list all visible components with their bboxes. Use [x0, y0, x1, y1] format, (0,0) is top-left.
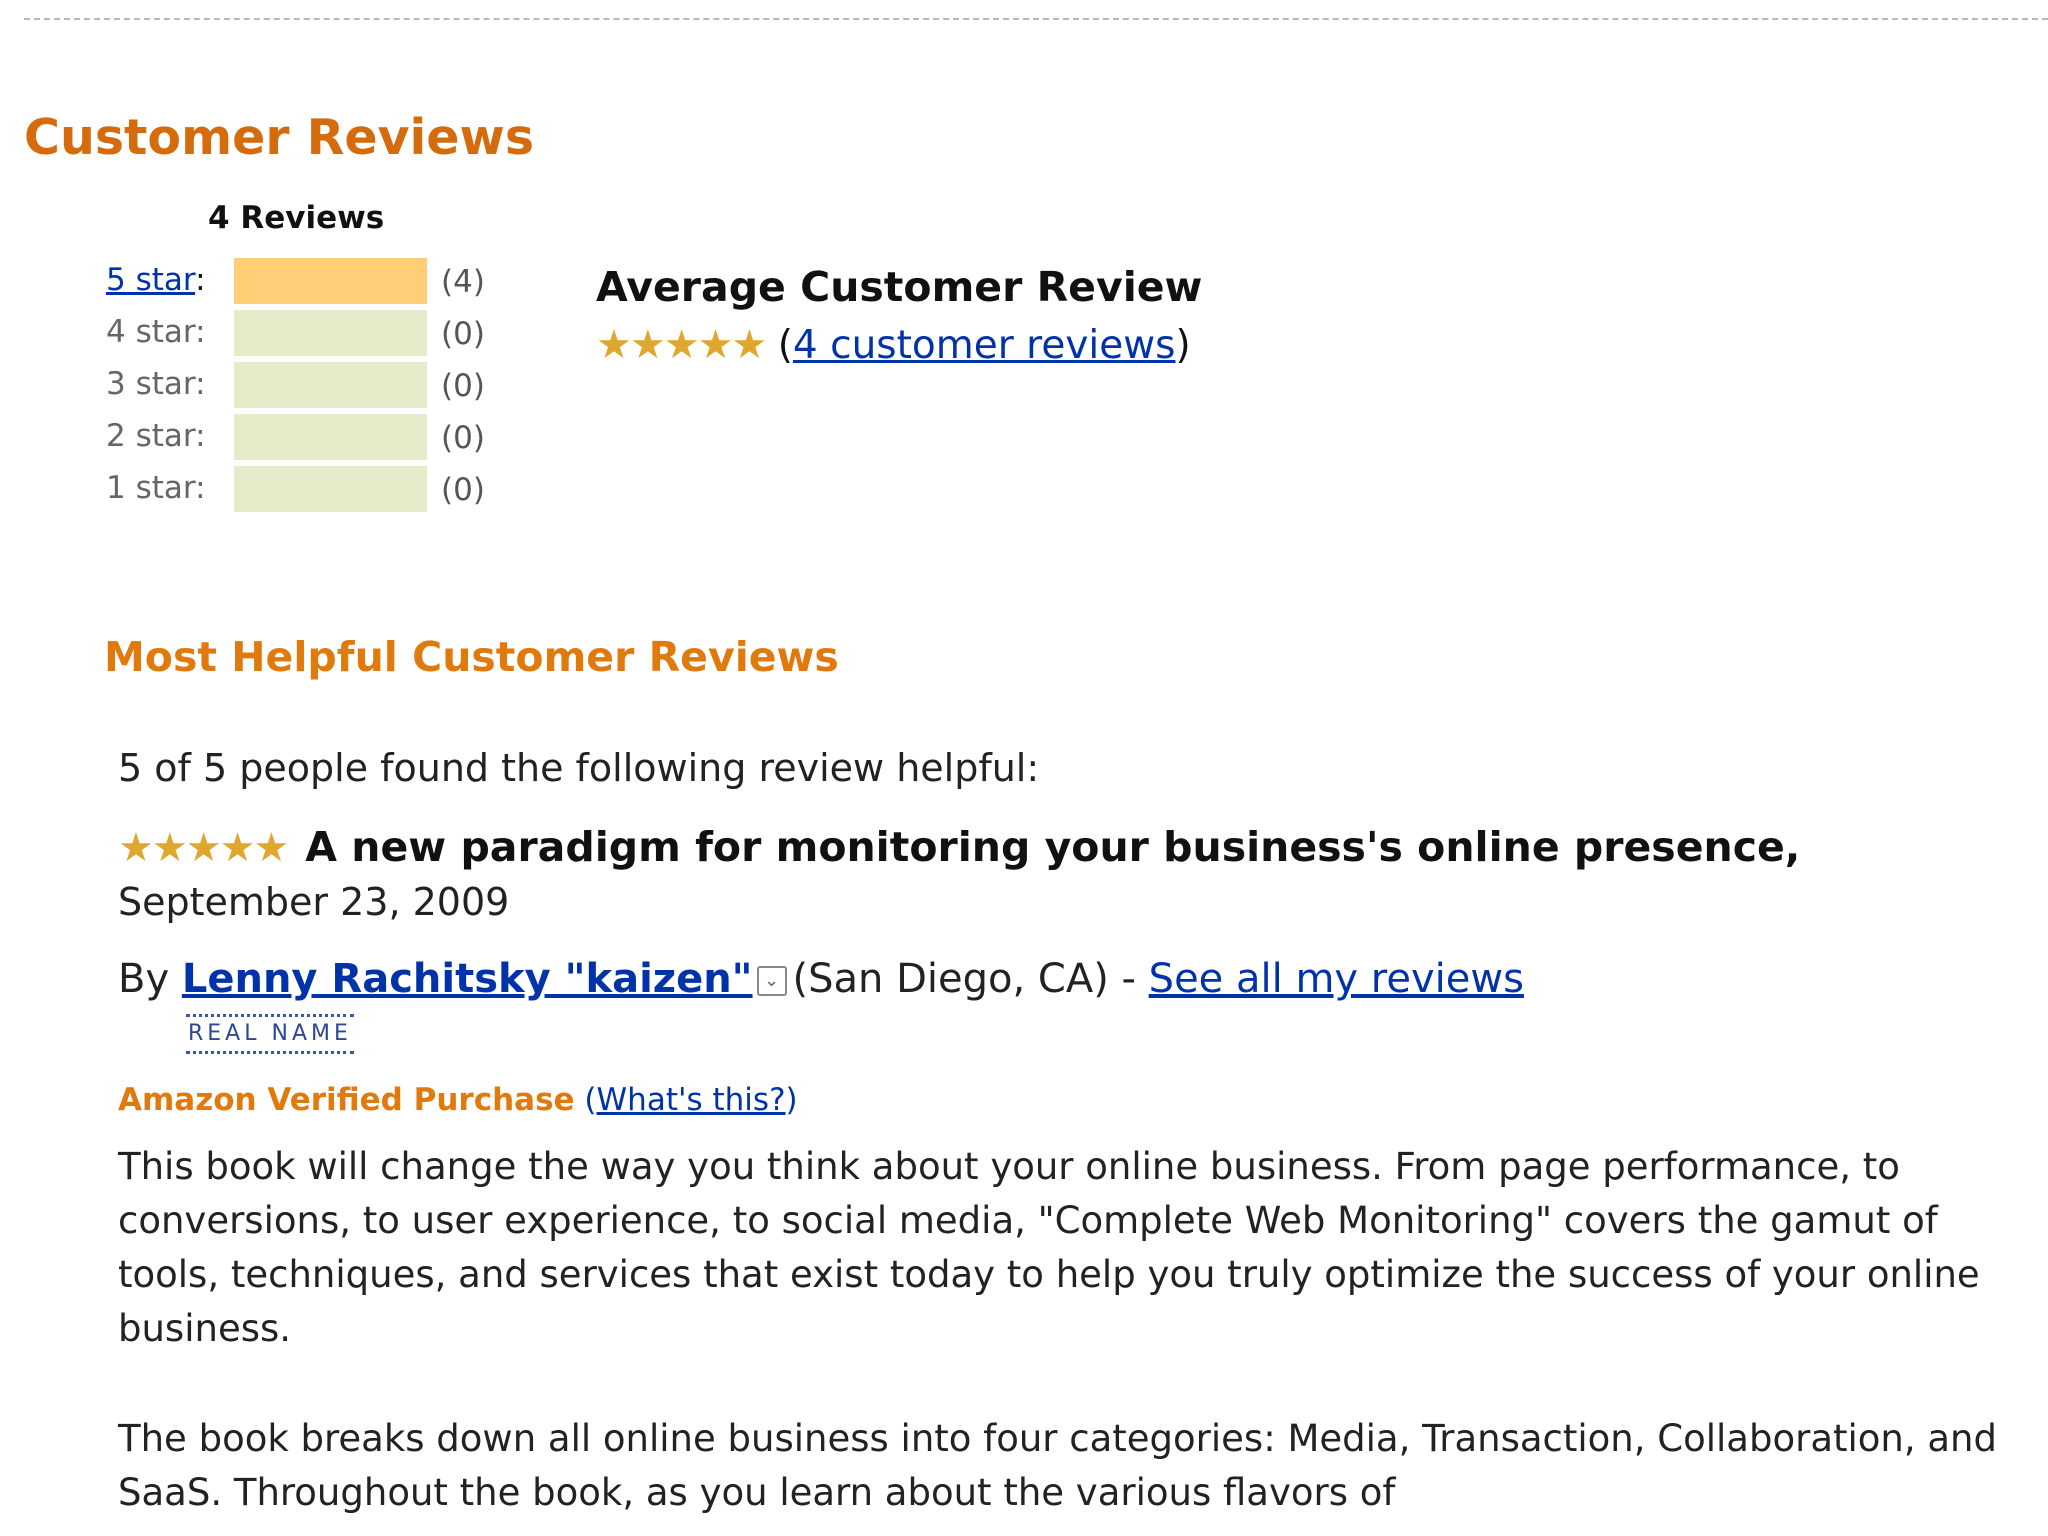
average-review-title: Average Customer Review: [596, 263, 1203, 311]
histogram-count: (0): [441, 368, 485, 404]
helpful-votes-text: 5 of 5 people found the following review…: [118, 746, 1040, 790]
histogram-row-4: 4 star: (0): [104, 310, 524, 356]
histogram-count: (0): [441, 316, 485, 352]
review-date: September 23, 2009: [118, 880, 510, 924]
histogram-label: 3 star: [106, 366, 196, 402]
author-link[interactable]: Lenny Rachitsky "kaizen": [182, 956, 753, 1002]
average-review-line: ★★★★★ (4 customer reviews): [596, 322, 1191, 368]
histogram-label: 1 star: [106, 470, 196, 506]
histogram-bar-track: [234, 310, 427, 356]
histogram-label: 4 star: [106, 314, 196, 350]
by-prefix: By: [118, 956, 170, 1002]
see-all-reviews-link[interactable]: See all my reviews: [1149, 956, 1524, 1002]
author-location: (San Diego, CA) -: [792, 956, 1136, 1002]
histogram-row-2: 2 star: (0): [104, 414, 524, 460]
customer-reviews-link[interactable]: 4 customer reviews: [793, 323, 1176, 368]
chevron-down-icon[interactable]: ⌄: [756, 966, 787, 996]
top-divider: [24, 18, 2048, 20]
real-name-badge[interactable]: REAL NAME: [186, 1014, 354, 1054]
histogram-row-5: 5 star: (4): [104, 258, 524, 304]
histogram-bar-fill: [234, 258, 427, 304]
five-star-link[interactable]: 5 star: [106, 262, 195, 298]
review-paragraph-2: The book breaks down all online business…: [118, 1417, 1997, 1514]
histogram-label: 2 star: [106, 418, 196, 454]
review-paragraph-1: This book will change the way you think …: [118, 1145, 1980, 1350]
histogram-count: (0): [441, 420, 485, 456]
review-title: A new paradigm for monitoring your busin…: [305, 823, 1801, 871]
histogram-count: (4): [441, 264, 485, 300]
average-stars-icon: ★★★★★: [596, 322, 767, 368]
histogram-row-3: 3 star: (0): [104, 362, 524, 408]
review-title-line: ★★★★★ A new paradigm for monitoring your …: [118, 822, 1800, 873]
histogram-bar-track: [234, 466, 427, 512]
review-stars-icon: ★★★★★: [118, 825, 289, 871]
review-count: 4 Reviews: [208, 200, 385, 236]
histogram-bar-track: [234, 362, 427, 408]
histogram-count: (0): [441, 472, 485, 508]
histogram-bar-track: [234, 258, 427, 304]
whats-this-link[interactable]: What's this?: [597, 1082, 786, 1118]
review-byline: By Lenny Rachitsky "kaizen" ⌄ (San Diego, …: [118, 954, 1524, 1004]
verified-purchase-label: Amazon Verified Purchase: [118, 1082, 575, 1118]
most-helpful-heading: Most Helpful Customer Reviews: [104, 633, 839, 681]
verified-purchase-line: Amazon Verified Purchase (What's this?): [118, 1082, 798, 1118]
histogram-row-1: 1 star: (0): [104, 466, 524, 512]
histogram-bar-track: [234, 414, 427, 460]
customer-reviews-heading: Customer Reviews: [24, 109, 534, 166]
